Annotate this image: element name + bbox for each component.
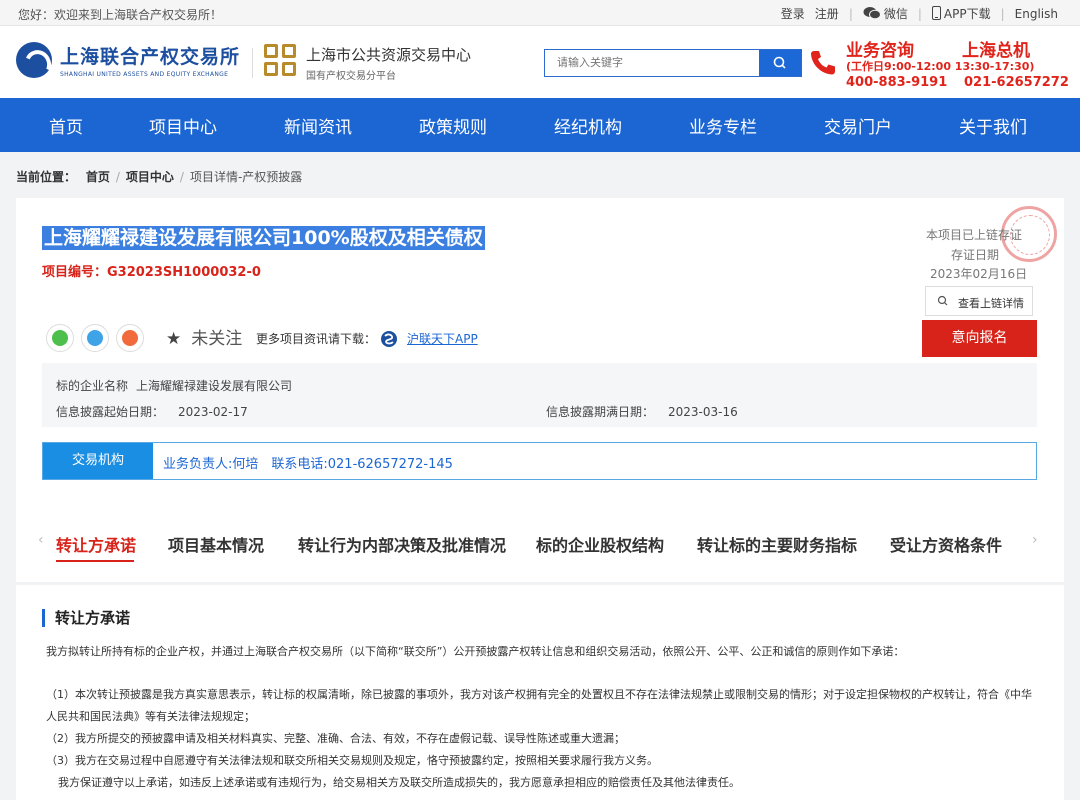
exchange-logo[interactable]: 上海联合产权交易所 SHANGHAI UNITED ASSETS AND EQU…: [16, 40, 256, 86]
top-links: 登录 注册 | 微信 | APP下载 | English: [771, 5, 1058, 22]
start-date-label: 信息披露起始日期：: [56, 405, 165, 419]
resource-center-title: 上海市公共资源交易中心: [306, 46, 472, 64]
section-title: 转让方承诺: [42, 609, 130, 627]
phone-call-icon: [811, 51, 835, 75]
follow-toggle[interactable]: ★ 未关注: [166, 324, 242, 349]
qq-icon: [87, 330, 103, 346]
search-box: [544, 49, 802, 77]
tab-basic-info[interactable]: 项目基本情况: [168, 532, 264, 556]
main-nav: 首页 项目中心 新闻资讯 政策规则 经纪机构 业务专栏 交易门户 关于我们: [0, 98, 1080, 152]
phone-icon: [931, 6, 941, 20]
exchange-logo-cn: 上海联合产权交易所: [60, 46, 241, 68]
start-date: 2023-02-17: [178, 405, 248, 419]
separator: |: [1000, 6, 1005, 21]
separator: |: [917, 6, 922, 21]
register-link[interactable]: 注册: [815, 5, 839, 22]
end-date-row: 信息披露期满日期： 2023-03-16: [546, 403, 738, 420]
resource-center-icon: [264, 44, 298, 78]
agency-tag: 交易机构: [43, 443, 153, 479]
nav-item-projects[interactable]: 项目中心: [149, 113, 217, 138]
end-date: 2023-03-16: [668, 405, 738, 419]
hotline: 业务咨询 上海总机 (工作日9:00-12:00 13:30-17:30) 40…: [808, 34, 1069, 94]
search-button[interactable]: [759, 50, 801, 76]
end-date-label: 信息披露期满日期：: [546, 405, 655, 419]
chain-date-label: 存证日期: [951, 248, 1000, 262]
tabs-next-icon[interactable]: ›: [1032, 532, 1038, 548]
app-download-link[interactable]: APP下载: [931, 5, 991, 22]
search-icon: [773, 56, 786, 69]
nav-item-business[interactable]: 业务专栏: [689, 113, 757, 138]
company-label: 标的企业名称: [56, 379, 129, 393]
app-logo-icon: [381, 331, 397, 347]
wechat-icon: [52, 330, 68, 346]
wechat-icon: [863, 7, 881, 20]
commitment-item-2: （2）我方所提交的预披露申请及相关材料真实、完整、准确、合法、有效，不存在虚假记…: [46, 732, 625, 745]
top-bar: 您好：欢迎来到上海联合产权交易所！ 登录 注册 | 微信 | APP下载 | E…: [0, 0, 1080, 26]
header: 上海联合产权交易所 SHANGHAI UNITED ASSETS AND EQU…: [0, 26, 1080, 98]
english-link[interactable]: English: [1015, 7, 1058, 21]
login-link[interactable]: 登录: [781, 5, 805, 22]
sign-up-button[interactable]: 意向报名: [922, 320, 1037, 357]
app-download-label: APP下载: [943, 7, 991, 21]
share-weibo-button[interactable]: [116, 324, 144, 352]
breadcrumb-current: 项目详情-产权预披露: [189, 170, 303, 184]
agency-contact: 业务负责人:何培 联系电话:021-62657272-145: [163, 457, 453, 472]
commitment-intro: 我方拟转让所持有标的企业产权，并通过上海联合产权交易所（以下简称“联交所”）公开…: [46, 645, 905, 658]
wechat-link[interactable]: 微信: [863, 5, 908, 22]
tab-financial-indicators[interactable]: 转让标的主要财务指标: [697, 532, 857, 556]
share-wechat-button[interactable]: [46, 324, 74, 352]
share-qq-button[interactable]: [81, 324, 109, 352]
start-date-row: 信息披露起始日期： 2023-02-17: [56, 403, 248, 420]
welcome-text: 您好：欢迎来到上海联合产权交易所！: [18, 8, 223, 22]
hotline-hours: (工作日9:00-12:00 13:30-17:30): [846, 60, 1035, 73]
company-row: 标的企业名称 上海耀耀禄建设发展有限公司: [56, 377, 292, 394]
commitment-closing: 我方保证遵守以上承诺，如违反上述承诺或有违规行为，给交易相关方及联交所造成损失的…: [58, 776, 740, 789]
app-download-link[interactable]: 沪联天下APP: [407, 330, 478, 347]
tabs-prev-icon[interactable]: ‹: [38, 532, 44, 548]
chain-date: 2023年02月16日: [930, 267, 1028, 281]
nav-item-portal[interactable]: 交易门户: [824, 113, 892, 138]
chain-status: 本项目已上链存证: [926, 228, 1023, 242]
breadcrumb: 当前位置： 首页 / 项目中心 / 项目详情-产权预披露: [16, 170, 303, 184]
separator: |: [848, 6, 853, 21]
search-input[interactable]: [545, 50, 759, 76]
nav-item-about[interactable]: 关于我们: [959, 113, 1027, 138]
weibo-icon: [122, 330, 138, 346]
tab-transferee-qualification[interactable]: 受让方资格条件: [890, 532, 1002, 556]
hotline-number-main: 021-62657272: [964, 75, 1069, 90]
project-card: 上海耀耀禄建设发展有限公司100%股权及相关债权 项目编号：G32023SH10…: [16, 198, 1064, 582]
project-code: 项目编号：G32023SH1000032-0: [42, 265, 261, 280]
resource-center-subtitle: 国有产权交易分平台: [306, 71, 396, 82]
breadcrumb-section[interactable]: 项目中心: [126, 170, 174, 184]
nav-item-policies[interactable]: 政策规则: [419, 113, 487, 138]
exchange-logo-en: SHANGHAI UNITED ASSETS AND EQUITY EXCHAN…: [60, 71, 229, 78]
active-tab-indicator: [56, 560, 134, 562]
follow-label: 未关注: [191, 329, 243, 349]
view-chain-label: 查看上链详情: [958, 297, 1024, 310]
company-name: 上海耀耀禄建设发展有限公司: [136, 379, 293, 393]
tab-internal-decision[interactable]: 转让行为内部决策及批准情况: [298, 532, 506, 556]
detail-tabs: ‹ 转让方承诺 项目基本情况 转让行为内部决策及批准情况 标的企业股权结构 转让…: [16, 520, 1064, 570]
star-icon: ★: [166, 329, 182, 349]
agency-bar: 交易机构 业务负责人:何培 联系电话:021-62657272-145: [42, 442, 1037, 480]
wechat-label: 微信: [883, 7, 908, 21]
view-chain-button[interactable]: 查看上链详情: [925, 286, 1033, 316]
search-icon: [937, 295, 948, 306]
hotline-number-business: 400-883-9191: [846, 75, 948, 90]
commitment-item-3: （3）我方在交易过程中自愿遵守有关法律法规和联交所相关交易规则及规定，恪守预披露…: [46, 754, 658, 767]
more-app-text: 更多项目资讯请下载：: [256, 332, 377, 346]
breadcrumb-label: 当前位置：: [16, 170, 77, 184]
tab-equity-structure[interactable]: 标的企业股权结构: [536, 532, 664, 556]
exchange-logo-mark: [16, 42, 52, 78]
project-info-box: 标的企业名称 上海耀耀禄建设发展有限公司 信息披露起始日期： 2023-02-17 …: [42, 363, 1037, 427]
commitment-section: 转让方承诺 我方拟转让所持有标的企业产权，并通过上海联合产权交易所（以下简称“联…: [16, 585, 1064, 800]
nav-item-brokers[interactable]: 经纪机构: [554, 113, 622, 138]
commitment-item-1: （1）本次转让预披露是我方真实意思表示，转让标的权属清晰，除已披露的事项外，我方…: [46, 688, 1032, 723]
nav-item-home[interactable]: 首页: [49, 113, 83, 138]
logo-divider: [252, 48, 253, 78]
project-title: 上海耀耀禄建设发展有限公司100%股权及相关债权: [42, 226, 485, 250]
breadcrumb-home[interactable]: 首页: [86, 170, 110, 184]
tab-transferor-commitment[interactable]: 转让方承诺: [56, 532, 136, 556]
nav-item-news[interactable]: 新闻资讯: [284, 113, 352, 138]
